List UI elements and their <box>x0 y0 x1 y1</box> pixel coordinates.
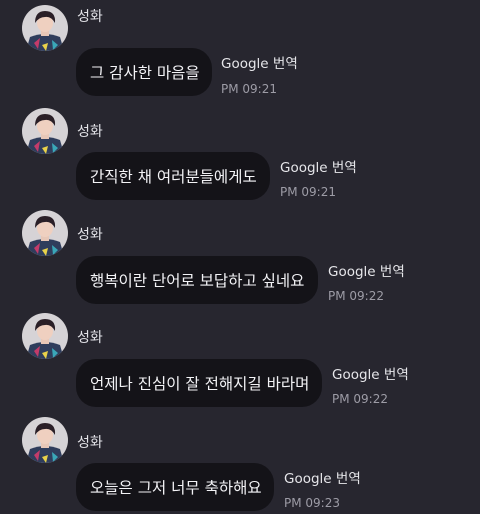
message-bubble[interactable]: 오늘은 그저 너무 축하해요 <box>76 463 274 511</box>
message-text: 간직한 채 여러분들에게도 <box>90 168 257 186</box>
avatar[interactable] <box>22 108 68 154</box>
sender-name: 성화 <box>77 435 103 451</box>
message-bubble[interactable]: 간직한 채 여러분들에게도 <box>76 152 270 200</box>
avatar[interactable] <box>22 5 68 51</box>
google-translate-link[interactable]: Google 번역 <box>280 156 357 176</box>
google-translate-link[interactable]: Google 번역 <box>284 467 361 487</box>
message-text: 그 감사한 마음을 <box>90 64 200 82</box>
message-timestamp: PM 09:22 <box>328 289 384 303</box>
sender-name: 성화 <box>77 124 103 140</box>
google-translate-link[interactable]: Google 번역 <box>332 363 409 383</box>
avatar[interactable] <box>22 313 68 359</box>
message-text: 언제나 진심이 잘 전해지길 바라며 <box>90 375 310 393</box>
message-bubble[interactable]: 행복이란 단어로 보답하고 싶네요 <box>76 256 318 304</box>
avatar[interactable] <box>22 210 68 256</box>
sender-name: 성화 <box>77 9 103 25</box>
message-bubble[interactable]: 언제나 진심이 잘 전해지길 바라며 <box>76 359 322 407</box>
message-timestamp: PM 09:22 <box>332 392 388 406</box>
message-timestamp: PM 09:21 <box>280 185 336 199</box>
avatar[interactable] <box>22 417 68 463</box>
google-translate-link[interactable]: Google 번역 <box>221 52 298 72</box>
message-bubble[interactable]: 그 감사한 마음을 <box>76 48 212 96</box>
message-text: 행복이란 단어로 보답하고 싶네요 <box>90 272 305 290</box>
google-translate-link[interactable]: Google 번역 <box>328 260 405 280</box>
message-text: 오늘은 그저 너무 축하해요 <box>90 479 262 497</box>
sender-name: 성화 <box>77 227 103 243</box>
message-timestamp: PM 09:21 <box>221 82 277 96</box>
message-timestamp: PM 09:23 <box>284 496 340 510</box>
sender-name: 성화 <box>77 330 103 346</box>
